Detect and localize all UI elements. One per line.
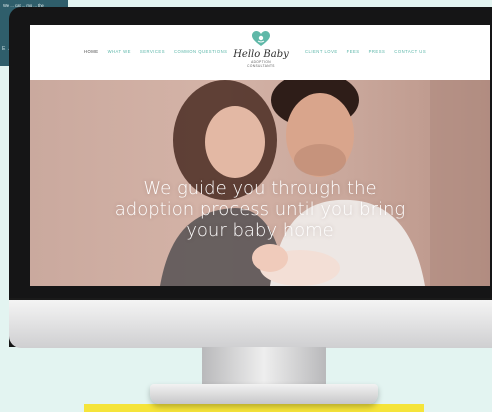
heart-logo-icon — [252, 31, 270, 46]
nav-item-contact-us[interactable]: CONTACT US — [394, 49, 426, 54]
site-header: HOME WHAT WE SERVICES COMMON QUESTIONS H… — [30, 25, 490, 80]
monitor-stand-base — [150, 384, 378, 404]
yellow-strip — [84, 404, 424, 412]
hero-headline: We guide you through the adoption proces… — [114, 178, 406, 241]
logo-subline-consultants: CONSULTANTS — [247, 64, 275, 68]
nav-item-client-love[interactable]: CLIENT LOVE — [305, 49, 338, 54]
monitor-chin — [9, 300, 492, 348]
nav-item-press[interactable]: PRESS — [369, 49, 386, 54]
nav-item-common-questions[interactable]: COMMON QUESTIONS — [174, 49, 227, 54]
nav-item-what-we[interactable]: WHAT WE — [108, 49, 131, 54]
nav-item-services[interactable]: SERVICES — [140, 49, 165, 54]
hero-banner: We guide you through the adoption proces… — [30, 80, 490, 286]
nav-left: HOME WHAT WE SERVICES COMMON QUESTIONS — [84, 49, 227, 54]
nav-item-fees[interactable]: FEES — [347, 49, 360, 54]
site-logo[interactable]: Hello Baby ADOPTION CONSULTANTS — [226, 31, 296, 77]
website-screen: HOME WHAT WE SERVICES COMMON QUESTIONS H… — [30, 25, 490, 286]
nav-item-home[interactable]: HOME — [84, 49, 99, 54]
nav-right: CLIENT LOVE FEES PRESS CONTACT US — [305, 49, 426, 54]
logo-wordmark: Hello Baby — [233, 49, 289, 60]
